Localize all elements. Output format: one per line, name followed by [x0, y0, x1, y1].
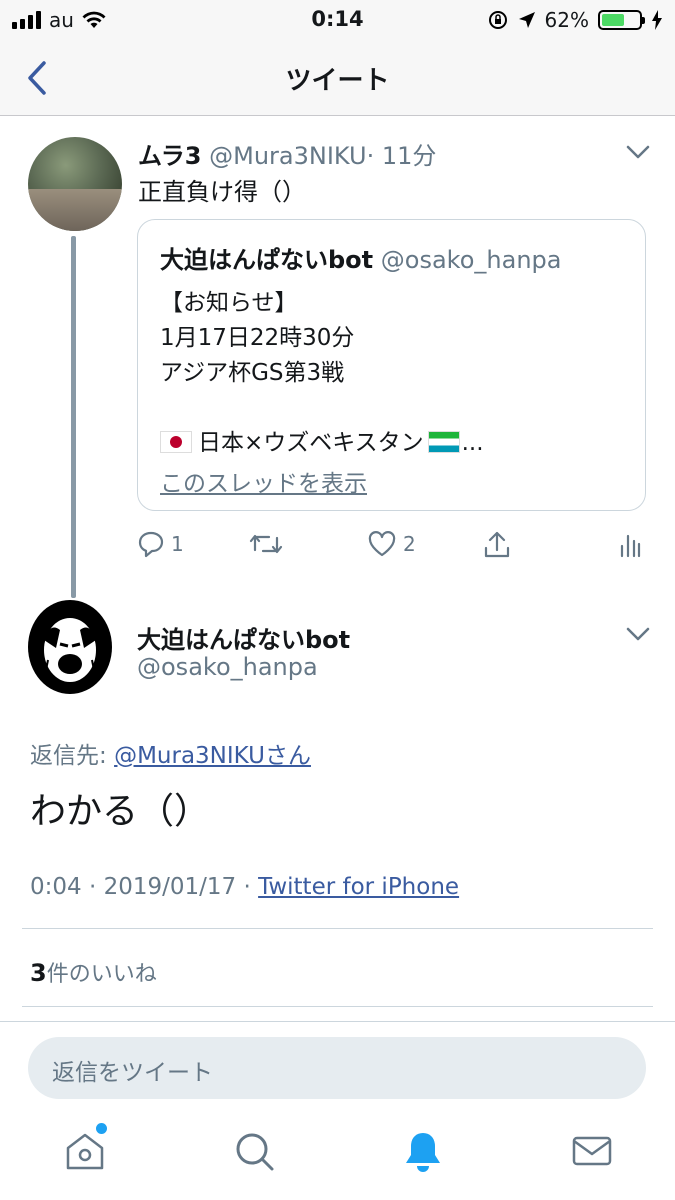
likes-summary[interactable]: 3件のいいね [30, 956, 157, 988]
tweet-text: わかる（） [30, 791, 211, 832]
share-button[interactable] [482, 530, 512, 560]
notifications-icon [406, 1133, 440, 1172]
reply-to-mention-link[interactable]: @Mura3NIKUさん [114, 743, 311, 769]
reply-input[interactable]: 返信をツイート [28, 1037, 646, 1099]
japan-flag-icon [160, 431, 192, 453]
divider [22, 928, 653, 929]
analytics-button[interactable] [619, 530, 641, 558]
like-button[interactable]: 2 [367, 530, 416, 558]
tweet-meta: 0:04 · 2019/01/17 · Twitter for iPhone [30, 874, 459, 900]
share-icon [484, 531, 510, 558]
author-handle[interactable]: @osako_hanpa [137, 653, 318, 681]
status-right: 62% [487, 8, 663, 32]
status-bar: au 0:14 62% [0, 0, 675, 40]
tab-bar [0, 1111, 675, 1200]
tab-messages[interactable] [570, 1129, 614, 1173]
location-icon [518, 12, 535, 28]
like-count: 2 [403, 532, 416, 556]
reply-to-prefix: 返信先: [30, 743, 115, 769]
analytics-icon [620, 534, 641, 558]
search-icon [236, 1133, 274, 1171]
tweet-text: 正直負け得（） [138, 178, 306, 206]
orientation-lock-icon [488, 11, 507, 29]
quoted-author-name: 大迫はんぱないbot [160, 246, 374, 274]
messages-icon [572, 1136, 612, 1166]
tweet-source-link[interactable]: Twitter for iPhone [258, 874, 459, 900]
reply-count: 1 [171, 532, 184, 556]
battery-percent: 62% [544, 8, 589, 32]
quoted-line [160, 391, 484, 426]
author-name[interactable]: ムラ3 [138, 142, 202, 170]
chevron-down-icon[interactable] [625, 142, 651, 162]
quoted-tweet-card[interactable]: 大迫はんぱないbot @osako_hanpa 【お知らせ】 1月17日22時3… [137, 219, 646, 511]
navigation-bar: ツイート [0, 40, 675, 116]
battery-icon [598, 10, 645, 30]
tab-home[interactable] [63, 1123, 107, 1173]
reply-bar: 返信をツイート [0, 1021, 675, 1111]
heart-icon [368, 531, 396, 557]
retweet-icon [249, 534, 283, 554]
reply-button[interactable]: 1 [137, 530, 184, 558]
quoted-author-handle: @osako_hanpa [380, 246, 562, 274]
quoted-line: アジア杯GS第3戦 [160, 360, 345, 386]
reply-icon [138, 531, 164, 558]
avatar[interactable] [28, 600, 112, 694]
tweet-timestamp: 0:04 · 2019/01/17 · [30, 874, 259, 900]
quoted-ellipsis: ... [461, 430, 484, 456]
quoted-flag-text: 日本×ウズベキスタン [198, 430, 424, 456]
quoted-line: 1月17日22時30分 [160, 325, 355, 351]
home-icon [66, 1133, 104, 1170]
tab-notifications[interactable] [401, 1129, 445, 1173]
page-title: ツイート [285, 66, 390, 96]
likes-count: 3 [30, 959, 47, 987]
tweet-actions: 1 2 [137, 530, 647, 570]
likes-label: 件のいいね [46, 962, 157, 987]
avatar[interactable] [28, 137, 122, 231]
notification-dot [96, 1123, 107, 1134]
quoted-tweet-header: 大迫はんぱないbot @osako_hanpa [160, 240, 561, 275]
divider [22, 1006, 653, 1007]
chevron-down-icon[interactable] [625, 624, 651, 644]
author-name[interactable]: 大迫はんぱないbot [137, 620, 350, 655]
thread-line [71, 236, 76, 598]
retweet-button[interactable] [249, 530, 283, 558]
quoted-line: 【お知らせ】 [160, 290, 298, 316]
author-handle[interactable]: @Mura3NIKU [209, 142, 366, 170]
quoted-flag-line: 日本×ウズベキスタン... [160, 426, 484, 461]
quoted-tweet-text: 【お知らせ】 1月17日22時30分 アジア杯GS第3戦 日本×ウズベキスタン.… [160, 286, 484, 461]
uzbekistan-flag-icon [427, 431, 460, 453]
charging-icon [652, 10, 662, 30]
tweet-time: · 11分 [366, 142, 437, 170]
tab-search[interactable] [232, 1129, 276, 1173]
face-illustration [42, 606, 98, 682]
parent-tweet-header: ムラ3 @Mura3NIKU· 11分 [138, 136, 436, 171]
reply-to-line: 返信先: @Mura3NIKUさん [30, 736, 311, 770]
show-thread-link[interactable]: このスレッドを表示 [160, 464, 367, 498]
